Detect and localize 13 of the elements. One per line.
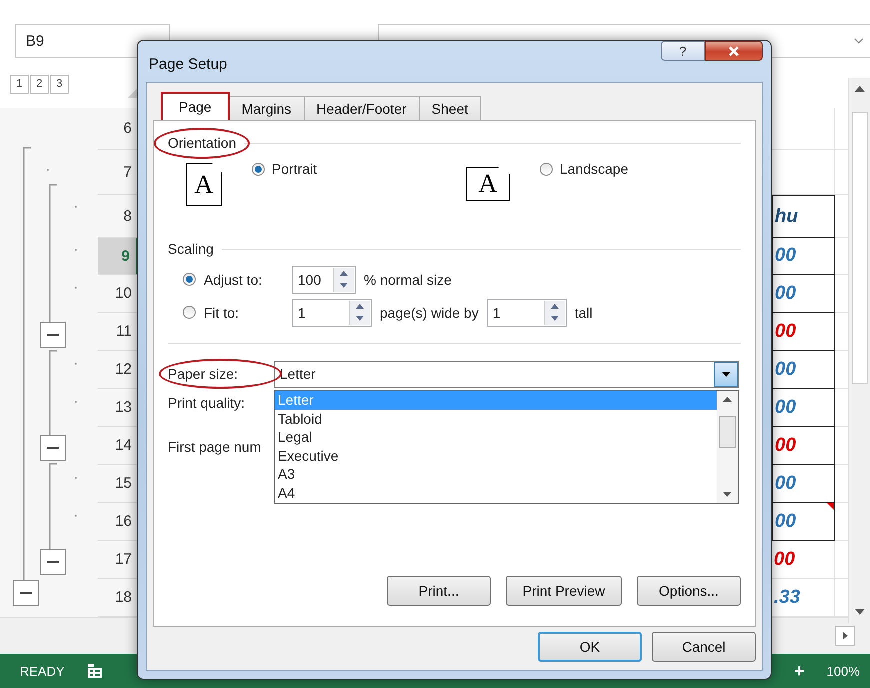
field-label: Print quality:: [168, 395, 246, 411]
field-suffix: % normal size: [364, 272, 452, 288]
field-label: First page num: [168, 439, 262, 455]
status-mode: READY: [20, 664, 65, 679]
page-icon: A: [186, 163, 222, 206]
field-suffix: tall: [574, 304, 593, 320]
section-heading: Orientation: [168, 135, 236, 151]
page-icon: A: [466, 167, 510, 201]
dialog-title: Page Setup: [148, 55, 228, 73]
field-suffix: page(s) wide by: [380, 304, 479, 320]
table-cell: hu: [772, 195, 835, 238]
field-label: Paper size:: [168, 366, 238, 382]
section-heading: Scaling: [168, 241, 214, 257]
